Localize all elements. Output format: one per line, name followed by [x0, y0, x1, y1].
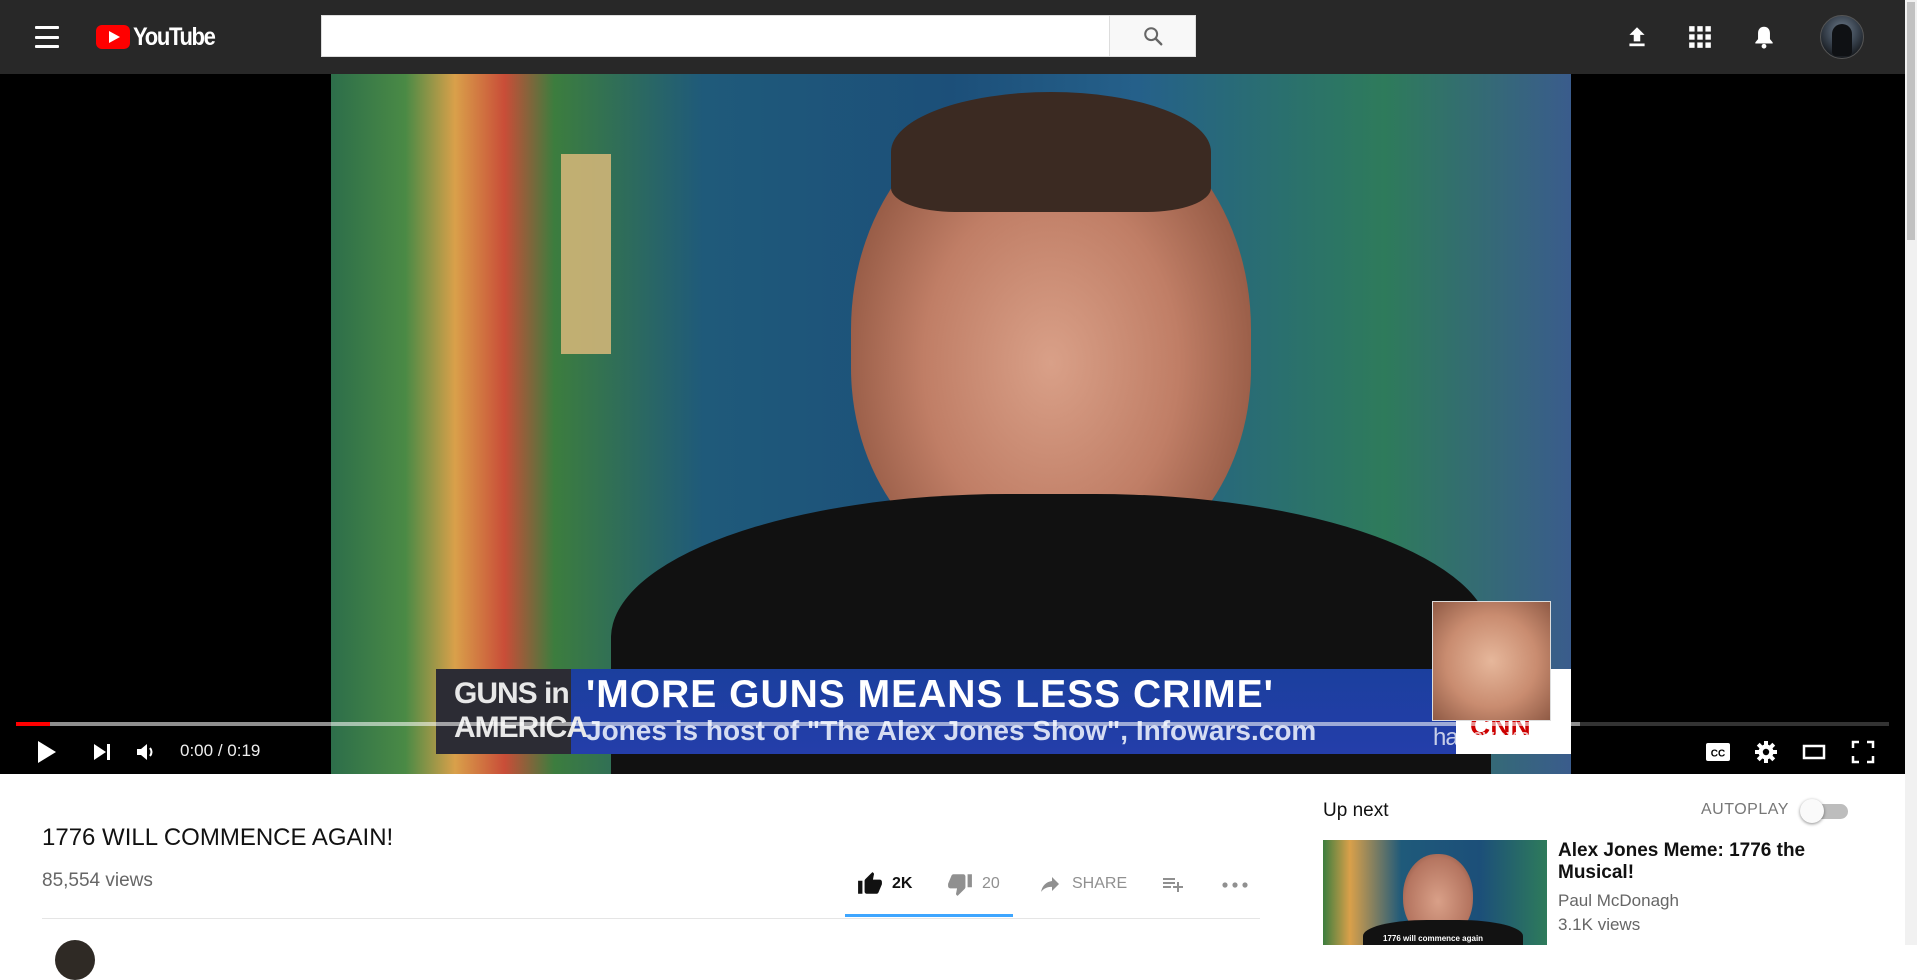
divider: [42, 918, 1260, 919]
time-total: 0:19: [227, 741, 261, 760]
progress-played: [16, 722, 50, 726]
like-count: 2K: [892, 875, 913, 892]
page-scrollbar[interactable]: [1905, 0, 1917, 945]
logo-text: YouTube: [133, 22, 216, 51]
recommended-video-views: 3.1K views: [1558, 915, 1641, 934]
fullscreen-button[interactable]: [1845, 734, 1881, 770]
thumbs-down-icon: [948, 874, 972, 896]
apps-icon[interactable]: [1683, 20, 1717, 54]
share-label: SHARE: [1072, 875, 1128, 892]
autoplay-toggle[interactable]: [1800, 799, 1848, 823]
time-display: 0:00 / 0:19: [180, 741, 260, 761]
news-lower-third: GUNS in AMERICA 'MORE GUNS MEANS LESS CR…: [436, 669, 1571, 754]
time-separator: /: [213, 741, 228, 760]
search-button[interactable]: [1109, 15, 1196, 57]
channel-avatar[interactable]: [55, 940, 95, 980]
autoplay-label: AUTOPLAY: [1701, 801, 1789, 818]
share-button[interactable]: SHARE: [1036, 868, 1127, 900]
segment-line-2: AMERICA: [454, 711, 588, 744]
channel-watermark: happyexpress: [1433, 724, 1571, 751]
volume-button[interactable]: [128, 734, 164, 770]
play-icon: [38, 741, 56, 763]
up-next-heading: Up next: [1323, 800, 1389, 821]
sentiment-bar: [845, 914, 1013, 917]
lower-third-subline: Jones is host of "The Alex Jones Show", …: [586, 715, 1317, 746]
captions-button[interactable]: CC: [1700, 734, 1736, 770]
share-icon: [1041, 877, 1059, 892]
more-horizontal-icon: [1222, 882, 1248, 888]
dislike-count: 20: [982, 875, 1000, 892]
like-button[interactable]: 2K: [856, 868, 912, 900]
notifications-icon[interactable]: [1747, 20, 1781, 54]
playlist-add-icon: [1163, 878, 1183, 892]
time-current: 0:00: [180, 741, 214, 760]
masthead: YouTube: [0, 0, 1905, 74]
youtube-play-logo-icon: [96, 25, 130, 49]
youtube-logo[interactable]: YouTube: [96, 22, 226, 51]
recommended-video-thumbnail[interactable]: 1776 will commence again: [1323, 840, 1547, 945]
lower-third-segment-label: GUNS in AMERICA: [436, 669, 588, 754]
search-input[interactable]: [321, 15, 1110, 57]
recommended-video-channel[interactable]: Paul McDonagh: [1558, 891, 1679, 911]
video-frame[interactable]: GUNS in AMERICA 'MORE GUNS MEANS LESS CR…: [331, 74, 1571, 774]
view-count: 85,554 views: [42, 870, 153, 891]
recommended-video-title[interactable]: Alex Jones Meme: 1776 the Musical!: [1558, 840, 1858, 884]
theater-icon: [1802, 744, 1826, 760]
play-button[interactable]: [28, 734, 64, 770]
toggle-knob: [1800, 799, 1824, 823]
user-avatar[interactable]: [1820, 15, 1864, 59]
video-title: 1776 WILL COMMENCE AGAIN!: [42, 824, 394, 851]
scrollbar-thumb[interactable]: [1907, 2, 1915, 240]
video-subject-hair: [891, 92, 1211, 212]
upload-icon[interactable]: [1620, 20, 1654, 54]
more-actions-button[interactable]: [1220, 868, 1250, 900]
fullscreen-icon: [1851, 740, 1875, 764]
next-icon: [94, 744, 110, 760]
segment-line-1: GUNS in: [454, 677, 570, 710]
settings-button[interactable]: [1748, 734, 1784, 770]
settings-icon: [1755, 741, 1777, 763]
captions-icon: CC: [1706, 743, 1730, 761]
next-button[interactable]: [84, 734, 120, 770]
add-to-playlist-button[interactable]: [1160, 868, 1186, 900]
svg-text:CC: CC: [1711, 749, 1725, 760]
inset-face-image: [1432, 601, 1551, 721]
dislike-button[interactable]: 20: [946, 868, 1000, 900]
video-player[interactable]: GUNS in AMERICA 'MORE GUNS MEANS LESS CR…: [0, 74, 1905, 774]
volume-icon: [137, 744, 153, 760]
search-icon: [1143, 27, 1162, 46]
progress-bar[interactable]: [16, 722, 1889, 726]
menu-icon[interactable]: [30, 22, 64, 52]
theater-mode-button[interactable]: [1796, 734, 1832, 770]
thumbnail-caption: 1776 will commence again: [1383, 934, 1484, 943]
lower-third-headline: 'MORE GUNS MEANS LESS CRIME': [586, 673, 1274, 716]
thumbs-up-icon: [858, 872, 882, 894]
progress-loaded: [16, 722, 1580, 726]
